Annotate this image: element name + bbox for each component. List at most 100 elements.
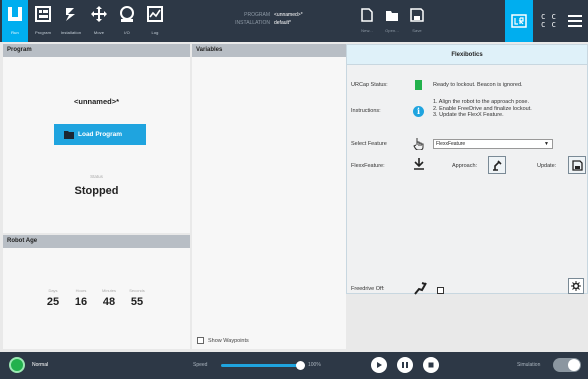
save-icon	[571, 159, 583, 171]
footer-bar: Normal Speed 100% Simulation	[0, 352, 588, 379]
program-value: <unnamed>*	[274, 12, 303, 18]
cc-icon: C CC C	[541, 13, 557, 29]
nav-log-label: Log	[151, 30, 159, 35]
hand-pointer-icon	[413, 138, 424, 150]
age-hours: Hours 16	[71, 288, 91, 308]
age-seconds-value: 55	[130, 296, 144, 308]
freedrive-checkbox[interactable]	[437, 287, 444, 294]
variables-panel: Variables Show Waypoints	[192, 44, 346, 349]
installation-value: default*	[274, 20, 291, 26]
program-panel-title: Program	[3, 44, 190, 57]
age-days-caption: Days	[48, 288, 58, 293]
age-hours-value: 16	[74, 296, 88, 308]
program-panel: <unnamed>* Load Program Status Stopped	[3, 57, 190, 233]
program-name: <unnamed>*	[73, 97, 119, 106]
program-info-values: <unnamed>* default*	[274, 11, 334, 27]
nav-io[interactable]: I/O	[114, 0, 140, 42]
cc-status[interactable]: C CC C	[535, 0, 563, 42]
flexibotics-panel: Flexibotics URCap Status: Ready to locko…	[346, 44, 588, 295]
flexibotics-title: Flexibotics	[347, 45, 587, 65]
feature-frame-icon	[414, 158, 424, 170]
new-label: New...	[361, 28, 373, 33]
load-program-label: Load Program	[78, 131, 123, 138]
log-icon	[147, 6, 163, 22]
simulation-label: Simulation	[517, 362, 541, 368]
show-waypoints-checkbox[interactable]	[197, 337, 204, 344]
stop-button[interactable]	[423, 357, 439, 373]
show-waypoints-label: Show Waypoints	[208, 337, 249, 344]
age-seconds-caption: Seconds	[129, 288, 145, 293]
program-label: PROGRAM	[244, 12, 270, 18]
nav-program-label: Program	[34, 30, 52, 35]
instruction-step: 1. Align the robot to the approach pose.	[433, 99, 530, 105]
urcap-icon	[511, 14, 527, 28]
gear-icon	[571, 281, 581, 291]
load-program-button[interactable]: Load Program	[54, 124, 146, 145]
header-bar: Run Program Installation Move I/O Log PR…	[0, 0, 588, 42]
robot-arm-icon	[493, 160, 502, 171]
speed-slider-handle[interactable]	[296, 361, 305, 370]
feature-select[interactable]: FlexxFeature ▼	[433, 139, 553, 149]
freedrive-arm-icon	[414, 282, 427, 295]
select-feature-label: Select Feature	[351, 141, 387, 147]
speed-slider[interactable]	[221, 361, 305, 370]
save-label: Save	[412, 28, 422, 33]
age-days-value: 25	[46, 296, 60, 308]
robot-mode-label: Normal	[32, 362, 49, 368]
nav-move[interactable]: Move	[86, 0, 112, 42]
age-hours-caption: Hours	[75, 288, 87, 293]
new-button[interactable]: New...	[355, 0, 379, 42]
nav-run[interactable]: Run	[2, 0, 28, 42]
nav-program[interactable]: Program	[30, 0, 56, 42]
approach-button[interactable]	[488, 156, 506, 174]
robot-age-values: Days 25 Hours 16 Minutes 48 Seconds 55	[43, 288, 147, 308]
age-minutes-value: 48	[102, 296, 116, 308]
nav-log[interactable]: Log	[142, 0, 168, 42]
age-minutes-caption: Minutes	[101, 288, 116, 293]
folder-icon	[64, 130, 74, 139]
flexxfeature-label: FlexxFeature:	[351, 163, 385, 169]
io-icon	[120, 6, 134, 22]
stop-icon	[428, 362, 434, 368]
info-icon: i	[413, 106, 424, 117]
show-waypoints-toggle[interactable]: Show Waypoints	[197, 337, 249, 344]
installation-label: INSTALLATION	[235, 20, 270, 26]
menu-button[interactable]	[561, 0, 588, 42]
nav-installation-label: Installation	[60, 30, 82, 35]
save-button[interactable]: Save	[405, 0, 429, 42]
robot-age-title: Robot Age	[3, 235, 190, 248]
instructions-label: Instructions:	[351, 108, 381, 114]
settings-button[interactable]	[568, 278, 584, 294]
play-icon	[377, 362, 382, 368]
age-minutes: Minutes 48	[99, 288, 119, 308]
status-caption: Status	[90, 174, 103, 179]
instruction-step: 3. Update the FlexX Feature.	[433, 112, 504, 118]
simulation-toggle[interactable]	[553, 358, 581, 372]
age-days: Days 25	[43, 288, 63, 308]
move-icon	[91, 6, 107, 22]
hamburger-menu-icon	[568, 15, 582, 27]
simulation-toggle-knob	[568, 359, 580, 371]
update-button[interactable]	[568, 156, 586, 174]
step-button[interactable]	[397, 357, 413, 373]
save-icon	[410, 8, 424, 22]
feature-select-value: FlexxFeature	[436, 141, 466, 147]
urcap-status-text: Ready to lockout. Beacon is ignored.	[433, 82, 523, 88]
status-indicator-icon	[415, 80, 422, 90]
nav-installation[interactable]: Installation	[58, 0, 84, 42]
urcap-status-label: URCap Status:	[351, 82, 388, 88]
approach-label: Approach:	[452, 163, 478, 169]
play-button[interactable]	[371, 357, 387, 373]
power-button[interactable]	[9, 357, 25, 373]
age-seconds: Seconds 55	[127, 288, 147, 308]
nav-io-label: I/O	[124, 30, 130, 35]
open-button[interactable]: Open...	[380, 0, 404, 42]
variables-title: Variables	[192, 44, 346, 57]
open-folder-icon	[386, 11, 398, 21]
status-value: Stopped	[74, 185, 119, 197]
urcap-toolbar-button[interactable]	[505, 0, 533, 42]
nav-move-label: Move	[93, 30, 105, 35]
freedrive-label: Freedrive Off:	[351, 286, 385, 292]
nav-run-label: Run	[11, 30, 19, 35]
speed-label: Speed	[193, 362, 208, 368]
